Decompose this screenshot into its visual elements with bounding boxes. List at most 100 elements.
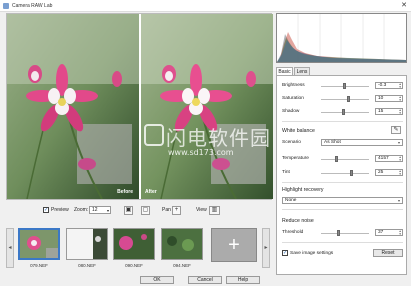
shadow-slider[interactable] bbox=[321, 109, 369, 115]
zoom-value: 12 bbox=[92, 207, 98, 213]
shadow-slider-thumb[interactable] bbox=[342, 109, 345, 115]
threshold-slider-thumb[interactable] bbox=[337, 230, 340, 236]
preview-controls: ✓ Preview Zoom: 12 ▾ ▣ ▢ Pan + View ▥ bbox=[6, 204, 272, 218]
thumbnail-label: 080.NEF bbox=[78, 263, 96, 268]
spinner-icon[interactable]: ▴ ▾ bbox=[399, 229, 401, 236]
shadow-label: Shadow bbox=[282, 109, 300, 114]
cancel-button[interactable]: Cancel bbox=[188, 276, 222, 284]
zoom-fit-button[interactable]: ▣ bbox=[124, 206, 133, 215]
chevron-down-icon: ▾ bbox=[397, 140, 400, 145]
zoom-label: Zoom: bbox=[74, 207, 89, 213]
save-settings-checkbox[interactable]: ✓ bbox=[282, 250, 288, 256]
ok-button[interactable]: OK bbox=[140, 276, 174, 284]
threshold-label: Threshold bbox=[282, 230, 304, 235]
title-bar: Camera RAW Lab ✕ bbox=[0, 0, 411, 12]
threshold-slider[interactable] bbox=[321, 230, 369, 236]
basic-tab-panel: Brightness -0.3 ▴ ▾ Saturation 10 ▴ ▾ Shad… bbox=[276, 75, 407, 275]
scenario-value: As Shot bbox=[324, 140, 341, 145]
reset-button[interactable]: Reset bbox=[373, 249, 403, 257]
saturation-slider-thumb[interactable] bbox=[347, 96, 350, 102]
temperature-value: 4157 bbox=[378, 156, 389, 161]
shadow-field[interactable]: 15 ▴ ▾ bbox=[375, 108, 403, 115]
tint-field[interactable]: 25 ▴ ▾ bbox=[375, 169, 403, 176]
zoom-actual-button[interactable]: ▢ bbox=[141, 206, 150, 215]
preview-checkbox[interactable]: ✓ bbox=[43, 207, 49, 213]
after-label: After bbox=[145, 189, 157, 195]
add-image-button[interactable]: + bbox=[211, 228, 257, 262]
scenario-select[interactable]: As Shot ▾ bbox=[321, 139, 403, 146]
spinner-icon[interactable]: ▴ ▾ bbox=[399, 108, 401, 115]
thumbnail-label: 090.NEF bbox=[125, 263, 143, 268]
before-label: Before bbox=[117, 189, 133, 195]
image-preview[interactable]: Before After bbox=[6, 13, 273, 200]
help-button[interactable]: Help bbox=[226, 276, 260, 284]
chevron-down-icon: ▾ bbox=[397, 198, 400, 203]
brightness-slider-thumb[interactable] bbox=[343, 83, 346, 89]
after-image bbox=[141, 14, 273, 199]
scenario-label: Scenario bbox=[282, 140, 301, 145]
pan-button[interactable]: + bbox=[172, 206, 181, 215]
histogram bbox=[276, 13, 407, 63]
shadow-value: 15 bbox=[378, 109, 384, 114]
temperature-slider[interactable] bbox=[321, 156, 369, 162]
thumbnail-090[interactable] bbox=[113, 228, 155, 260]
preview-label: Preview bbox=[51, 207, 69, 213]
view-label: View bbox=[196, 207, 207, 213]
dialog-buttons: OK Cancel Help bbox=[0, 276, 411, 286]
tint-slider[interactable] bbox=[321, 170, 369, 176]
brightness-label: Brightness bbox=[282, 83, 305, 88]
threshold-value: 37 bbox=[378, 230, 384, 235]
spinner-icon[interactable]: ▴ ▾ bbox=[399, 95, 401, 102]
scroll-right-button[interactable]: ▸ bbox=[262, 228, 270, 268]
brightness-field[interactable]: -0.3 ▴ ▾ bbox=[375, 82, 403, 89]
window-title: Camera RAW Lab bbox=[12, 3, 53, 9]
brightness-value: -0.3 bbox=[378, 83, 387, 88]
divider bbox=[282, 182, 403, 183]
thumbnail-080[interactable] bbox=[66, 228, 108, 260]
highlight-recovery-title: Highlight recovery bbox=[282, 187, 324, 193]
divider bbox=[282, 121, 403, 122]
thumbnail-label: 079.NEF bbox=[30, 263, 48, 268]
zoom-input[interactable]: 12 ▾ bbox=[89, 206, 111, 214]
thumbnail-080-image bbox=[67, 229, 107, 259]
tint-value: 25 bbox=[378, 170, 384, 175]
scroll-left-button[interactable]: ◂ bbox=[6, 228, 14, 268]
temperature-field[interactable]: 4157 ▴ ▾ bbox=[375, 155, 403, 162]
temperature-label: Temperature bbox=[282, 156, 309, 161]
thumbnail-090-image bbox=[114, 229, 154, 259]
spinner-icon[interactable]: ▴ ▾ bbox=[399, 82, 401, 89]
white-balance-title: White balance bbox=[282, 128, 315, 134]
highlight-recovery-value: None bbox=[285, 198, 297, 203]
save-settings-label: Save image settings bbox=[290, 251, 334, 256]
saturation-slider[interactable] bbox=[321, 96, 369, 102]
brightness-slider[interactable] bbox=[321, 83, 369, 89]
close-icon[interactable]: ✕ bbox=[401, 1, 407, 9]
thumbnail-094-image bbox=[162, 229, 202, 259]
settings-panel: Basic Lens Brightness -0.3 ▴ ▾ Saturation… bbox=[276, 13, 407, 275]
reduce-noise-title: Reduce noise bbox=[282, 218, 314, 224]
before-image bbox=[7, 14, 139, 199]
threshold-field[interactable]: 37 ▴ ▾ bbox=[375, 229, 403, 236]
thumbnail-strip: ◂ 079.NEF 080.NEF 090.NEF 094.NEF + ▸ bbox=[6, 228, 272, 276]
after-pane[interactable]: After bbox=[141, 14, 273, 199]
app-icon bbox=[3, 3, 9, 9]
chevron-down-icon: ▾ bbox=[106, 208, 109, 213]
split-view-button[interactable]: ▥ bbox=[209, 206, 220, 215]
eyedropper-icon[interactable]: ✎ bbox=[391, 126, 401, 134]
thumbnail-label: 094.NEF bbox=[173, 263, 191, 268]
tint-slider-thumb[interactable] bbox=[350, 170, 353, 176]
before-pane[interactable]: Before bbox=[7, 14, 139, 199]
highlight-recovery-select[interactable]: None ▾ bbox=[282, 197, 403, 204]
saturation-label: Saturation bbox=[282, 96, 304, 101]
saturation-value: 10 bbox=[378, 96, 384, 101]
divider bbox=[282, 209, 403, 210]
saturation-field[interactable]: 10 ▴ ▾ bbox=[375, 95, 403, 102]
spinner-icon[interactable]: ▴ ▾ bbox=[399, 155, 401, 162]
histogram-graph bbox=[277, 14, 406, 62]
thumbnail-079[interactable] bbox=[18, 228, 60, 260]
temperature-slider-thumb[interactable] bbox=[335, 156, 338, 162]
spinner-icon[interactable]: ▴ ▾ bbox=[399, 169, 401, 176]
pan-label: Pan bbox=[162, 207, 171, 213]
thumbnail-094[interactable] bbox=[161, 228, 203, 260]
tint-label: Tint bbox=[282, 170, 290, 175]
